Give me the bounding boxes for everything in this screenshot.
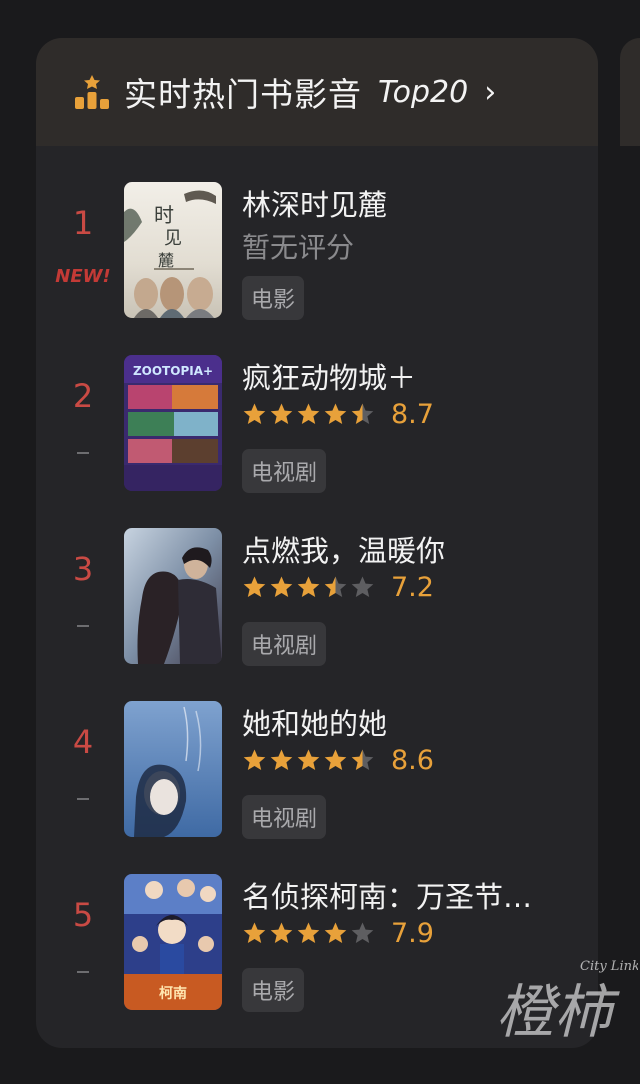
watermark-main-text: 橙柿 <box>496 978 620 1046</box>
unchanged-dash-icon <box>77 625 89 627</box>
svg-text:见: 见 <box>164 228 182 249</box>
no-rating-text: 暂无评分 <box>242 231 355 264</box>
rank-change <box>46 958 120 977</box>
star-icon <box>324 576 347 597</box>
star-icon <box>243 403 266 424</box>
rank-change <box>46 612 120 631</box>
star-icon <box>270 576 293 597</box>
rank-number: 1 <box>72 204 94 242</box>
ranking-item-2[interactable]: 2 ZOOTOPIA+ 疯狂动物城＋ 8.7 电视剧 <box>36 355 598 495</box>
poster-image[interactable] <box>124 528 222 664</box>
rating-row: 暂无评分 <box>242 226 354 266</box>
unchanged-dash-icon <box>77 798 89 800</box>
poster-logo-text: ZOOTOPIA+ <box>133 364 213 378</box>
watermark-logo: 橙柿 City Link <box>496 959 638 1046</box>
poster-image[interactable] <box>124 701 222 837</box>
rank-change: NEW! <box>46 266 120 287</box>
score-value: 8.6 <box>391 745 434 776</box>
star-icon <box>351 749 374 770</box>
ranking-top-label: Top20 <box>378 74 469 110</box>
star-icon <box>324 403 347 424</box>
poster-image[interactable]: ZOOTOPIA+ <box>124 355 222 491</box>
star-rating <box>242 921 377 946</box>
item-title: 林深时见麓 <box>242 188 388 222</box>
ranking-title: 实时热门书影音 <box>124 75 362 114</box>
item-title: 点燃我，温暖你 <box>242 534 446 568</box>
ranking-header[interactable]: 实时热门书影音 Top20 › <box>36 38 598 146</box>
score-value: 7.2 <box>391 572 434 603</box>
star-icon <box>297 749 320 770</box>
watermark-small-text: City Link <box>580 959 638 974</box>
poster-image[interactable]: 时 见 麓 <box>124 182 222 318</box>
category-tag: 电视剧 <box>242 795 327 839</box>
rating-row: 8.7 <box>242 399 434 430</box>
star-icon <box>351 922 374 943</box>
star-icon <box>270 922 293 943</box>
rank-change <box>46 785 120 804</box>
new-badge: NEW! <box>55 266 111 287</box>
rank-change <box>46 439 120 458</box>
star-rating <box>242 748 377 773</box>
star-icon <box>243 749 266 770</box>
category-tag: 电影 <box>242 276 305 320</box>
star-icon <box>324 749 347 770</box>
star-icon <box>297 922 320 943</box>
star-icon <box>297 576 320 597</box>
star-icon <box>243 576 266 597</box>
rating-row: 7.9 <box>242 918 434 949</box>
item-title: 疯狂动物城＋ <box>242 361 417 395</box>
score-value: 8.7 <box>391 399 434 430</box>
star-rating <box>242 575 377 600</box>
hot-ranking-card: 实时热门书影音 Top20 › 1 NEW! 时 见 麓 林深时见麓 暂无评分 … <box>36 38 598 1048</box>
star-icon <box>351 403 374 424</box>
unchanged-dash-icon <box>77 452 89 454</box>
svg-text:时: 时 <box>154 203 174 227</box>
star-icon <box>324 922 347 943</box>
star-icon <box>270 403 293 424</box>
rank-number: 5 <box>72 896 94 934</box>
category-tag: 电影 <box>242 968 305 1012</box>
category-tag: 电视剧 <box>242 622 327 666</box>
rating-row: 7.2 <box>242 572 434 603</box>
unchanged-dash-icon <box>77 971 89 973</box>
rank-number: 2 <box>72 377 94 415</box>
svg-text:麓: 麓 <box>158 251 174 270</box>
ranking-item-1[interactable]: 1 NEW! 时 见 麓 林深时见麓 暂无评分 电影 <box>36 182 598 322</box>
rank-number: 3 <box>72 550 94 588</box>
chevron-right-icon[interactable]: › <box>484 75 496 110</box>
item-title: 她和她的她 <box>242 707 388 741</box>
ranking-item-4[interactable]: 4 她和她的她 8.6 电视剧 <box>36 701 598 841</box>
next-card-peek[interactable] <box>620 38 640 146</box>
svg-text:柯南: 柯南 <box>159 985 187 1002</box>
poster-image[interactable]: 柯南 <box>124 874 222 1010</box>
star-icon <box>297 403 320 424</box>
star-icon <box>243 922 266 943</box>
ranking-item-3[interactable]: 3 点燃我，温暖你 7.2 电视剧 <box>36 528 598 668</box>
star-rating <box>242 402 377 427</box>
category-tag: 电视剧 <box>242 449 327 493</box>
rating-row: 8.6 <box>242 745 434 776</box>
star-icon <box>351 576 374 597</box>
podium-icon <box>75 75 109 109</box>
item-title: 名侦探柯南：万圣节… <box>242 880 533 914</box>
rank-number: 4 <box>72 723 94 761</box>
star-icon <box>270 749 293 770</box>
score-value: 7.9 <box>391 918 434 949</box>
